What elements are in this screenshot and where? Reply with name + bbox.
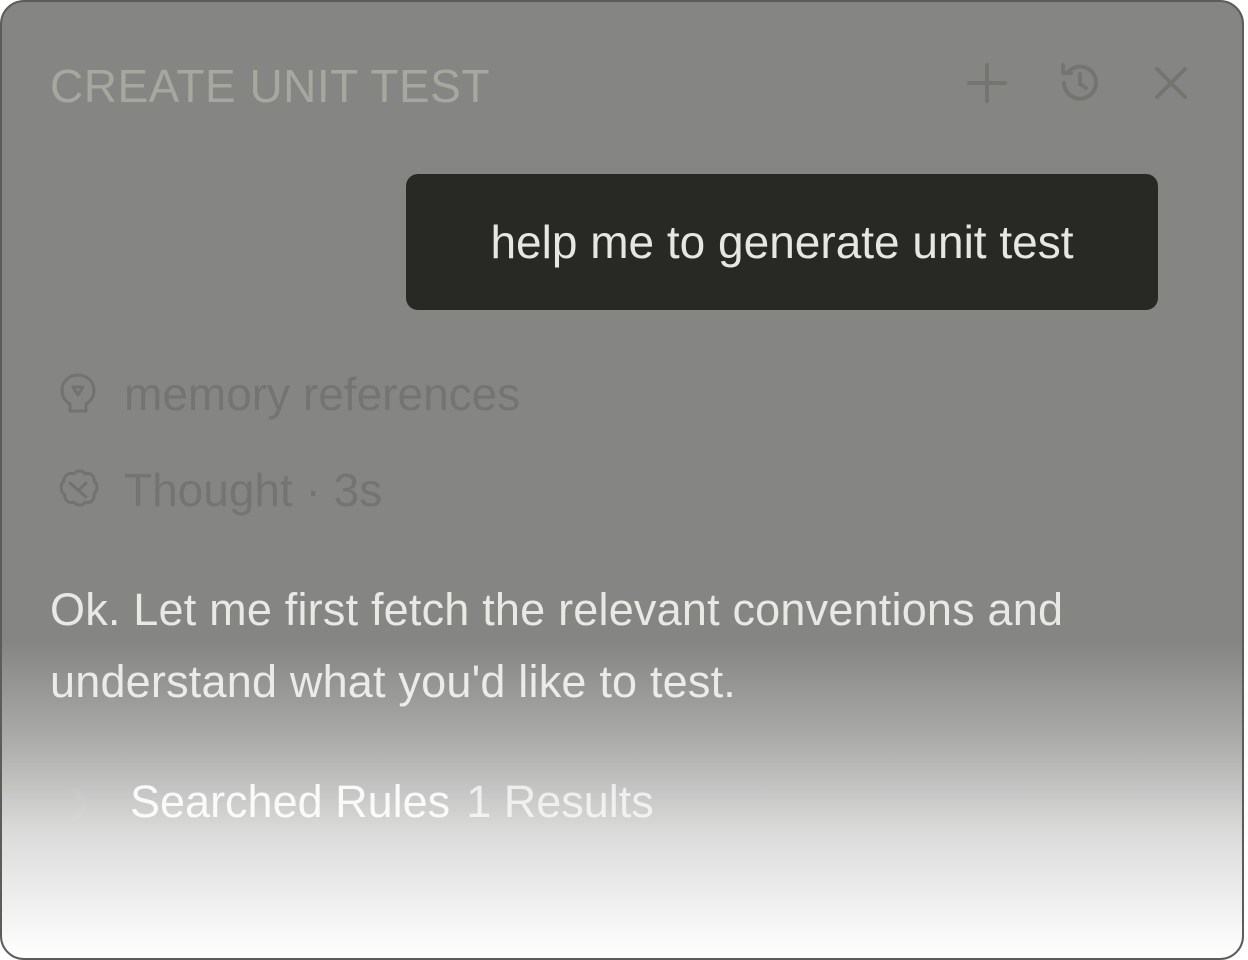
panel-title: CREATE UNIT TEST <box>50 60 490 112</box>
user-message: help me to generate unit test <box>406 174 1158 310</box>
history-icon <box>1055 59 1103 107</box>
plus-icon <box>965 61 1009 105</box>
thought-label: Thought · 3s <box>124 464 383 516</box>
thought-indicator[interactable]: Thought · 3s <box>54 462 382 518</box>
new-chat-button[interactable] <box>964 60 1010 106</box>
close-icon <box>1151 63 1191 103</box>
header-actions <box>964 60 1194 106</box>
chat-panel: CREATE UNIT TEST help me to generate uni… <box>0 0 1244 960</box>
memory-references[interactable]: memory references <box>54 366 520 422</box>
history-button[interactable] <box>1056 60 1102 106</box>
assistant-message: Ok. Let me first fetch the relevant conv… <box>50 584 1064 707</box>
memory-label: memory references <box>124 368 521 420</box>
tool-call-count: 1 Results <box>466 776 654 827</box>
memory-icon <box>54 369 104 419</box>
close-button[interactable] <box>1148 60 1194 106</box>
thought-icon <box>54 465 104 515</box>
tool-call-searched-rules[interactable]: ❯ Searched Rules 1 Results <box>58 774 654 830</box>
chevron-right-icon[interactable]: ❯ <box>58 782 100 822</box>
panel-header: CREATE UNIT TEST <box>50 58 1194 114</box>
tool-call-label: Searched Rules <box>130 776 451 827</box>
